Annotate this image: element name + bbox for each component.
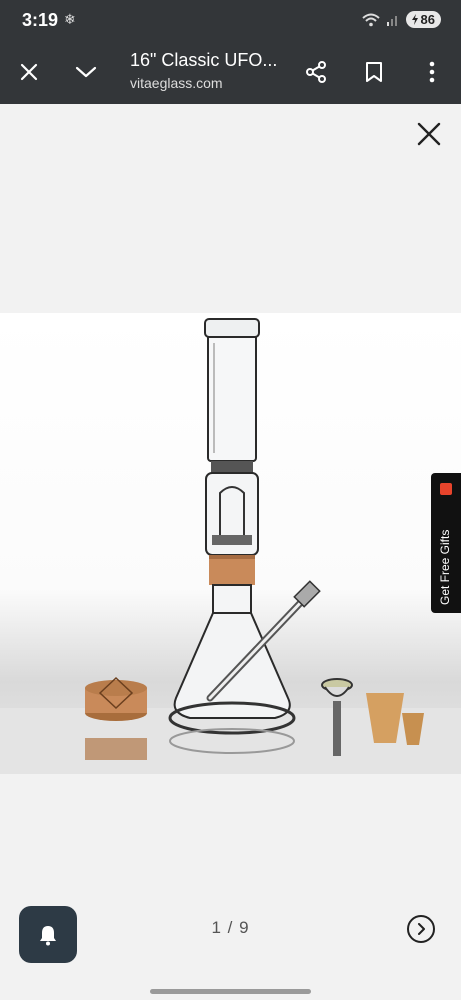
battery-indicator: 86 — [405, 11, 441, 28]
chevron-down-icon — [75, 66, 97, 78]
status-time: 3:19 — [22, 10, 59, 30]
page-title: 16" Classic UFO... — [130, 50, 278, 70]
close-viewer-button[interactable] — [415, 120, 443, 148]
product-image[interactable] — [0, 313, 461, 774]
bookmark-icon — [366, 62, 382, 82]
chevron-right-icon — [418, 923, 425, 935]
close-icon — [417, 122, 441, 146]
get-free-gifts-tab[interactable]: Get Free Gifts — [431, 473, 461, 613]
wifi-icon — [361, 13, 380, 26]
more-vert-icon — [429, 61, 435, 83]
home-indicator[interactable] — [150, 989, 311, 994]
signal-icon — [386, 15, 397, 26]
image-counter: 1 / 9 — [211, 918, 250, 937]
status-icons: 86 — [361, 11, 441, 28]
page-url: vitaeglass.com — [130, 75, 223, 91]
battery-level: 86 — [420, 12, 435, 27]
share-icon — [306, 61, 326, 83]
custom-tab-toolbar: 16" Classic UFO... vitaeglass.com — [0, 42, 461, 104]
minimize-button[interactable] — [70, 56, 102, 88]
next-image-button[interactable] — [407, 915, 435, 943]
close-icon — [20, 63, 38, 81]
gifts-label: Get Free Gifts — [438, 529, 452, 605]
gift-icon — [440, 483, 452, 495]
bong-illustration — [0, 318, 461, 774]
status-bar: 3:19 ❄ 86 — [0, 0, 461, 42]
snowflake-icon: ❄ — [64, 11, 76, 27]
close-tab-button[interactable] — [13, 56, 45, 88]
battery-icon — [411, 14, 418, 25]
bookmark-button[interactable] — [358, 56, 390, 88]
share-button[interactable] — [300, 56, 332, 88]
more-options-button[interactable] — [416, 56, 448, 88]
